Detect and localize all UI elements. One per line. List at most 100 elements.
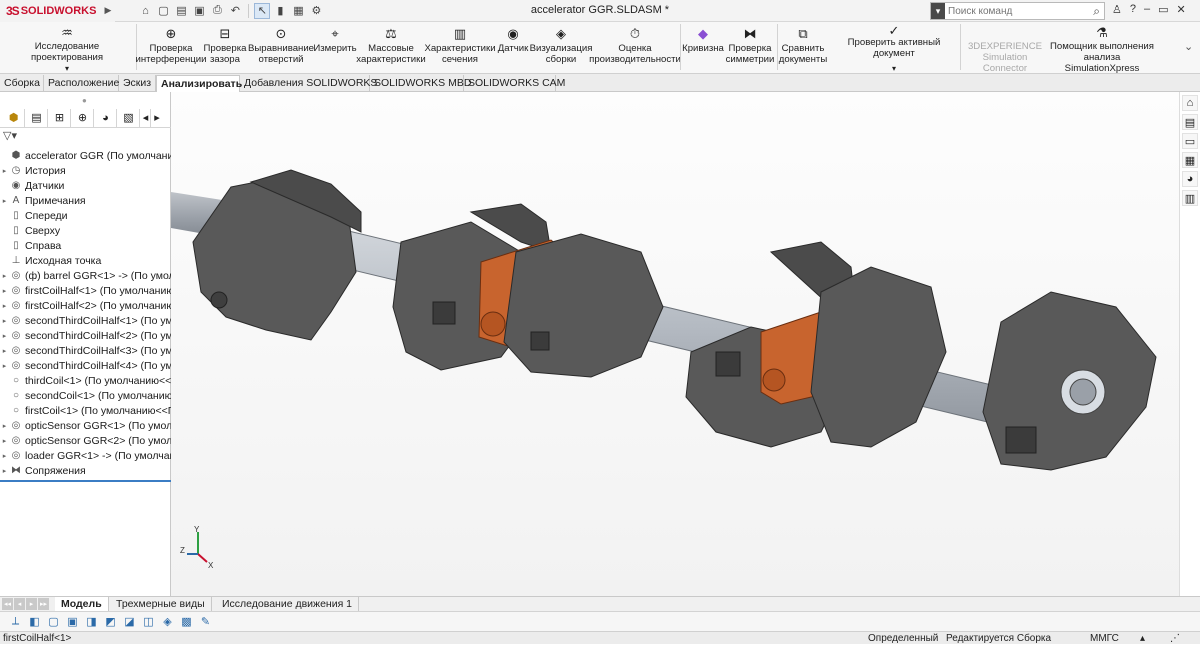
ribbon-item-section-props[interactable]: ▥ Характеристики сечения [424,22,495,74]
loader[interactable] [982,291,1157,471]
tab-sw-addins[interactable]: Добавления SOLIDWORKS [240,75,377,92]
tree-item[interactable]: ▸ ◎ secondThirdCoilHalf<2> (По умс [0,328,171,343]
tab-motion-study[interactable]: Исследование движения 1 [216,597,360,611]
expand-arrow-icon[interactable]: ▸ [0,287,9,295]
barrel-tube[interactable] [260,209,1072,443]
graphics-area[interactable]: Y X Z [171,92,1179,596]
tree-item[interactable]: ⬢ accelerator GGR (По умолчанию<Со [0,148,171,163]
tree-item[interactable]: ▯ Сверху [0,223,171,238]
file-explorer-icon[interactable]: ▭ [1182,133,1198,149]
cam-tab-icon[interactable]: ▧ [118,108,140,127]
tree-item[interactable]: ○ thirdCoil<1> (По умолчанию<< [0,373,171,388]
prev-tab-icon[interactable]: ◂ [14,598,25,610]
select-icon[interactable]: ↖ [254,2,271,19]
display-manager-tab-icon[interactable]: ◕ [95,108,117,127]
sw-resources-icon[interactable]: ⌂ [1182,95,1198,111]
tab-model[interactable]: Модель [55,597,109,611]
options-icon[interactable]: ⚙ [308,3,324,19]
tree-item[interactable]: ▸ ◎ firstCoilHalf<2> (По умолчанию [0,298,171,313]
tree-item[interactable]: ⊥ Исходная точка [0,253,171,268]
expand-arrow-icon[interactable]: ▸ [0,302,9,310]
tab-sketch[interactable]: Эскиз [119,75,156,92]
view-normal-icon[interactable]: ▩ [179,614,194,629]
resize-grip-icon[interactable]: ⋰ [1170,632,1180,645]
search-scope-icon[interactable]: ▾ [931,3,945,19]
view-top-icon[interactable]: ◪ [122,614,137,629]
last-tab-icon[interactable]: ▸▸ [38,598,49,610]
expand-menu-icon[interactable]: ▶ [104,5,111,16]
expand-arrow-icon[interactable]: ▸ [0,452,9,460]
expand-arrow-icon[interactable]: ▸ [0,197,9,205]
search-icon[interactable]: ⌕ [1093,4,1100,19]
coil-holder[interactable] [810,266,947,448]
print-icon[interactable]: ⎙ [209,3,225,19]
ribbon-item-design-study[interactable]: ♒ Исследование проектирования ▾ [2,22,132,74]
ribbon-item-hole-align[interactable]: ⊙ Выравнивание отверстий [248,22,314,74]
tree-item[interactable]: ◉ Датчики [0,178,171,193]
coil-holder[interactable] [503,233,664,378]
tabs-scroll-right-icon[interactable]: ▸ [152,109,162,127]
close-icon[interactable]: ✕ [1177,3,1186,16]
expand-arrow-icon[interactable]: ▸ [0,332,9,340]
view-bottom-icon[interactable]: ◫ [141,614,156,629]
ribbon-item-simxpress[interactable]: ⚗ Помощник выполнения анализа Simulation… [1050,22,1154,75]
ribbon-item-sensor[interactable]: ◉ Датчик [495,22,531,74]
dimxpert-tab-icon[interactable]: ⊕ [72,108,94,127]
coil-holder[interactable] [192,169,362,341]
undo-icon[interactable]: ↶ [227,3,243,19]
ribbon-item-compare[interactable]: ⧉ Сравнить документы [778,22,828,74]
solidworks-logo[interactable]: 3S SOLIDWORKS ▶ [0,0,116,22]
tree-item[interactable]: ▸ ⧓ Сопряжения [0,463,171,478]
ribbon-item-mass-props[interactable]: ⚖ Массовые характеристики [356,22,425,74]
ribbon-item-curvature[interactable]: ◆ Кривизна [682,22,724,74]
save-icon[interactable]: ▣ [191,3,207,19]
minimize-icon[interactable]: – [1144,3,1150,16]
expand-arrow-icon[interactable]: ▸ [0,347,9,355]
tab-3d-views[interactable]: Трехмерные виды [110,597,212,611]
ribbon-item-check-doc[interactable]: ✓ Проверить активный документ ▾ [829,22,959,74]
assembly-model-view[interactable]: Y X Z [171,92,1179,596]
ribbon-item-measure[interactable]: ⌖ Измерить [313,22,357,74]
expand-arrow-icon[interactable]: ▸ [0,467,9,475]
tabs-scroll-left-icon[interactable]: ◂ [141,108,151,127]
tab-analyze[interactable]: Анализировать [156,75,242,92]
custom-props-icon[interactable]: ▥ [1182,190,1198,206]
tree-item[interactable]: ▸ ◎ opticSensor GGR<1> (По умолча [0,418,171,433]
next-tab-icon[interactable]: ▸ [26,598,37,610]
view-left-icon[interactable]: ◨ [84,614,99,629]
tree-item[interactable]: ▸ A Примечания [0,193,171,208]
status-units[interactable]: ММГС [1090,632,1119,645]
first-tab-icon[interactable]: ◂◂ [2,598,13,610]
rebuild-icon[interactable]: ▮ [272,3,288,19]
view-palette-icon[interactable]: ▦ [1182,152,1198,168]
tree-item[interactable]: ▸ ◎ secondThirdCoilHalf<1> (По умс [0,313,171,328]
help-icon[interactable]: ? [1130,3,1136,16]
tree-item[interactable]: ▸ ◎ secondThirdCoilHalf<4> (По умс [0,358,171,373]
tab-assembly[interactable]: Сборка [0,75,44,92]
new-icon[interactable]: ▢ [155,3,171,19]
chevron-down-icon[interactable]: ▾ [892,63,896,74]
view-box-icon[interactable]: ◧ [27,614,42,629]
tab-layout[interactable]: Расположение [44,75,119,92]
ribbon-item-symmetry[interactable]: ⧓ Проверка симметрии [724,22,776,74]
tree-item[interactable]: ▸ ◎ secondThirdCoilHalf<3> (По умс [0,343,171,358]
expand-arrow-icon[interactable]: ▸ [0,437,9,445]
expand-arrow-icon[interactable]: ▸ [0,317,9,325]
tree-item[interactable]: ▯ Спереди [0,208,171,223]
collapse-ribbon-icon[interactable]: ⌄ [1184,40,1193,53]
file-props-icon[interactable]: ▦ [290,3,306,19]
tree-item[interactable]: ▯ Справа [0,238,171,253]
appearances-icon[interactable]: ◕ [1182,171,1198,187]
chevron-down-icon[interactable]: ▾ [65,63,69,74]
search-input[interactable] [948,5,1068,17]
ribbon-item-clearance[interactable]: ⊟ Проверка зазора [202,22,248,74]
ribbon-item-interference[interactable]: ⊕ Проверка интерференции [135,22,206,74]
ribbon-item-assembly-viz[interactable]: ◈ Визуализация сборки [530,22,593,74]
units-dropdown-icon[interactable]: ▴ [1140,632,1145,645]
tree-item[interactable]: ○ firstCoil<1> (По умолчанию<<П [0,403,171,418]
filter-icon[interactable]: ▽▾ [3,129,17,142]
restore-icon[interactable]: ▭ [1158,3,1168,16]
view-sketch-icon[interactable]: ✎ [198,614,213,629]
tab-sw-mbd[interactable]: SOLIDWORKS MBD [370,75,471,92]
panel-grip-icon[interactable]: ● [82,96,87,105]
